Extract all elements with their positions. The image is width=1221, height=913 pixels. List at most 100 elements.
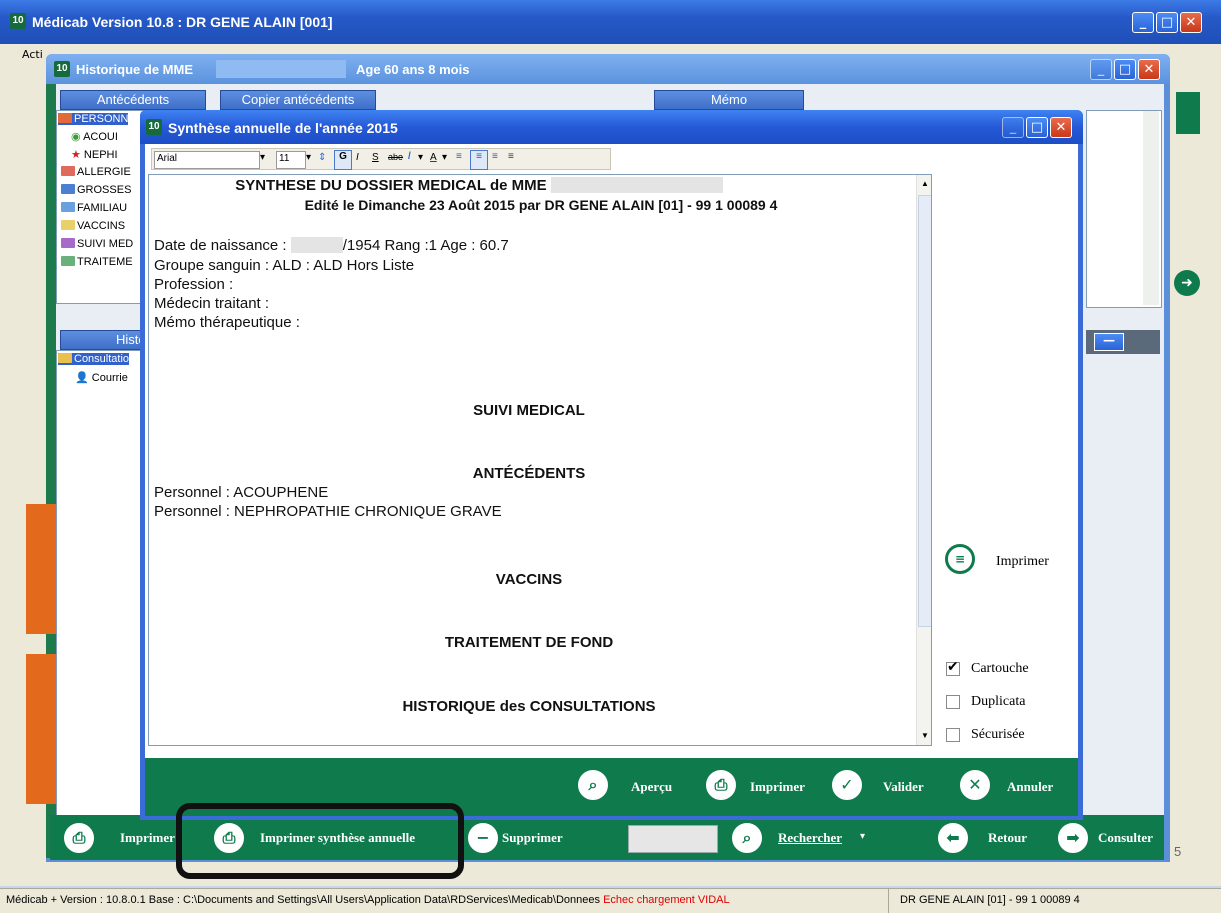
consult-button[interactable]: Consulter — [1098, 830, 1153, 846]
historique-minimize-button[interactable]: _ — [1090, 59, 1112, 80]
imprimer-button[interactable]: Imprimer — [750, 779, 805, 795]
italic-button[interactable]: I — [356, 152, 359, 163]
patient-age: Age 60 ans 8 mois — [356, 62, 470, 77]
orange-side-block — [26, 504, 56, 634]
folder-icon — [61, 184, 75, 194]
valider-button[interactable]: Valider — [883, 779, 924, 795]
circle-icon: ◉ — [71, 131, 84, 143]
tree-item-vaccins[interactable]: VACCINS — [61, 220, 125, 232]
actions-menu[interactable]: Acti — [22, 48, 43, 61]
duplicata-checkbox[interactable] — [946, 695, 960, 709]
forward-arrow-icon[interactable]: ➡ — [1058, 823, 1088, 853]
font-size-select[interactable]: 11 — [276, 151, 306, 169]
side-print-button[interactable]: Imprimer — [996, 554, 1049, 570]
person-icon: 👤 — [75, 372, 92, 384]
historique-title: Historique de MME — [76, 62, 194, 77]
preview-icon[interactable]: ⌕ — [578, 770, 608, 800]
printer-icon[interactable]: ⎙ — [64, 823, 94, 853]
check-icon[interactable]: ✓ — [832, 770, 862, 800]
tree-item-courrier[interactable]: 👤 Courrie — [75, 371, 128, 384]
folder-icon — [61, 238, 75, 248]
font-dropdown-chevron-icon[interactable]: ▾ — [260, 152, 265, 163]
tree-item-nephropathie[interactable]: ★ NEPHI — [71, 148, 118, 161]
folder-icon — [61, 220, 75, 230]
synthese-maximize-button[interactable]: □ — [1026, 117, 1048, 138]
print-button[interactable]: Imprimer — [120, 830, 175, 846]
tab-copier-antecedents[interactable]: Copier antécédents — [220, 90, 376, 110]
align-justify-icon[interactable]: ≡ — [508, 151, 514, 162]
historique-close-button[interactable]: ✕ — [1138, 59, 1160, 80]
format-toolbar: Arial ▾ 11 ▾ ⇕ G I S abe / ▾ A ▾ ≡ ≡ ≡ ≡ — [151, 148, 611, 170]
scroll-thumb[interactable] — [918, 195, 931, 627]
synthese-icon: 10 — [146, 119, 162, 135]
cartouche-label: Cartouche — [971, 661, 1029, 676]
tree-item-familiaux[interactable]: FAMILIAU — [61, 202, 127, 214]
highlight-chevron-icon[interactable]: ▾ — [418, 152, 423, 163]
search-icon[interactable]: ⌕ — [732, 823, 762, 853]
section-traitement: TRAITEMENT DE FOND — [444, 634, 614, 651]
search-input[interactable] — [628, 825, 718, 853]
securisee-checkbox[interactable] — [946, 728, 960, 742]
back-button[interactable]: Retour — [988, 830, 1027, 846]
tree-item-traitement[interactable]: TRAITEME — [61, 256, 133, 268]
align-center-icon[interactable]: ≡ — [470, 150, 488, 170]
duplicata-label: Duplicata — [971, 694, 1026, 709]
synthese-dialog: 10 Synthèse annuelle de l'année 2015 _ □… — [140, 110, 1083, 820]
cancel-icon[interactable]: ✕ — [960, 770, 990, 800]
historique-maximize-button[interactable]: □ — [1114, 59, 1136, 80]
apercu-button[interactable]: Aperçu — [631, 779, 672, 795]
side-arrow-icon[interactable]: ➜ — [1174, 270, 1200, 296]
spin-icon[interactable]: ⇕ — [318, 152, 326, 163]
securisee-label: Sécurisée — [971, 727, 1025, 742]
strike-button[interactable]: abe — [388, 152, 403, 162]
memo-scrollbar[interactable] — [1143, 111, 1159, 305]
scroll-up-icon[interactable]: ▲ — [921, 179, 929, 188]
document-editor[interactable]: SYNTHESE DU DOSSIER MEDICAL de MME Edité… — [148, 174, 932, 746]
collapse-button[interactable]: — — [1094, 333, 1124, 351]
delete-button[interactable]: Supprimer — [502, 830, 563, 846]
memo-area[interactable] — [1086, 110, 1162, 308]
align-right-icon[interactable]: ≡ — [492, 151, 498, 162]
back-arrow-icon[interactable]: ⬅ — [938, 823, 968, 853]
right-panel-header: — — [1086, 330, 1160, 354]
font-select[interactable]: Arial — [154, 151, 260, 169]
synthese-minimize-button[interactable]: _ — [1002, 117, 1024, 138]
synthese-close-button[interactable]: ✕ — [1050, 117, 1072, 138]
minus-icon[interactable]: − — [468, 823, 498, 853]
status-vidal-error: Echec chargement VIDAL — [603, 894, 730, 906]
tree-item-grossesses[interactable]: GROSSES — [61, 184, 131, 196]
underline-button[interactable]: S — [372, 152, 379, 163]
bold-button[interactable]: G — [334, 150, 352, 170]
document-scrollbar[interactable]: ▲ ▼ — [916, 175, 931, 745]
text-color-button[interactable]: A — [430, 152, 437, 163]
close-button[interactable]: ✕ — [1180, 12, 1202, 33]
minimize-button[interactable]: _ — [1132, 12, 1154, 33]
color-chevron-icon[interactable]: ▾ — [442, 152, 447, 163]
historique-titlebar: 10 Historique de MME Age 60 ans 8 mois _… — [46, 54, 1170, 84]
tree-item-personnel[interactable]: PERSONN — [58, 113, 129, 125]
redacted-name — [216, 60, 346, 78]
redacted-name — [550, 177, 723, 193]
tab-memo[interactable]: Mémo — [654, 90, 804, 110]
highlight-pen-icon[interactable]: / — [408, 151, 411, 162]
tab-antecedents[interactable]: Antécédents — [60, 90, 206, 110]
search-button[interactable]: Rechercher — [778, 830, 842, 846]
app-icon: 10 — [10, 13, 26, 29]
align-left-icon[interactable]: ≡ — [456, 151, 462, 162]
folder-icon — [58, 353, 72, 363]
section-vaccins: VACCINS — [495, 571, 563, 588]
size-dropdown-chevron-icon[interactable]: ▾ — [306, 152, 311, 163]
annuler-button[interactable]: Annuler — [1007, 779, 1053, 795]
scroll-down-icon[interactable]: ▼ — [921, 731, 929, 740]
tree-item-suivi-medical[interactable]: SUIVI MED — [61, 238, 133, 250]
synthese-title: Synthèse annuelle de l'année 2015 — [168, 120, 398, 136]
printer-icon[interactable]: ⎙ — [706, 770, 736, 800]
tree-item-acouphene[interactable]: ◉ ACOUI — [71, 130, 118, 143]
tree-item-allergies[interactable]: ALLERGIE — [61, 166, 131, 178]
search-dropdown-chevron-icon[interactable]: ▾ — [860, 831, 865, 842]
tree-item-consultations[interactable]: Consultatio — [58, 353, 130, 365]
folder-icon — [61, 166, 75, 176]
maximize-button[interactable]: □ — [1156, 12, 1178, 33]
cartouche-checkbox[interactable]: ✔ — [946, 659, 960, 676]
side-print-icon[interactable]: ≡ — [945, 544, 975, 574]
